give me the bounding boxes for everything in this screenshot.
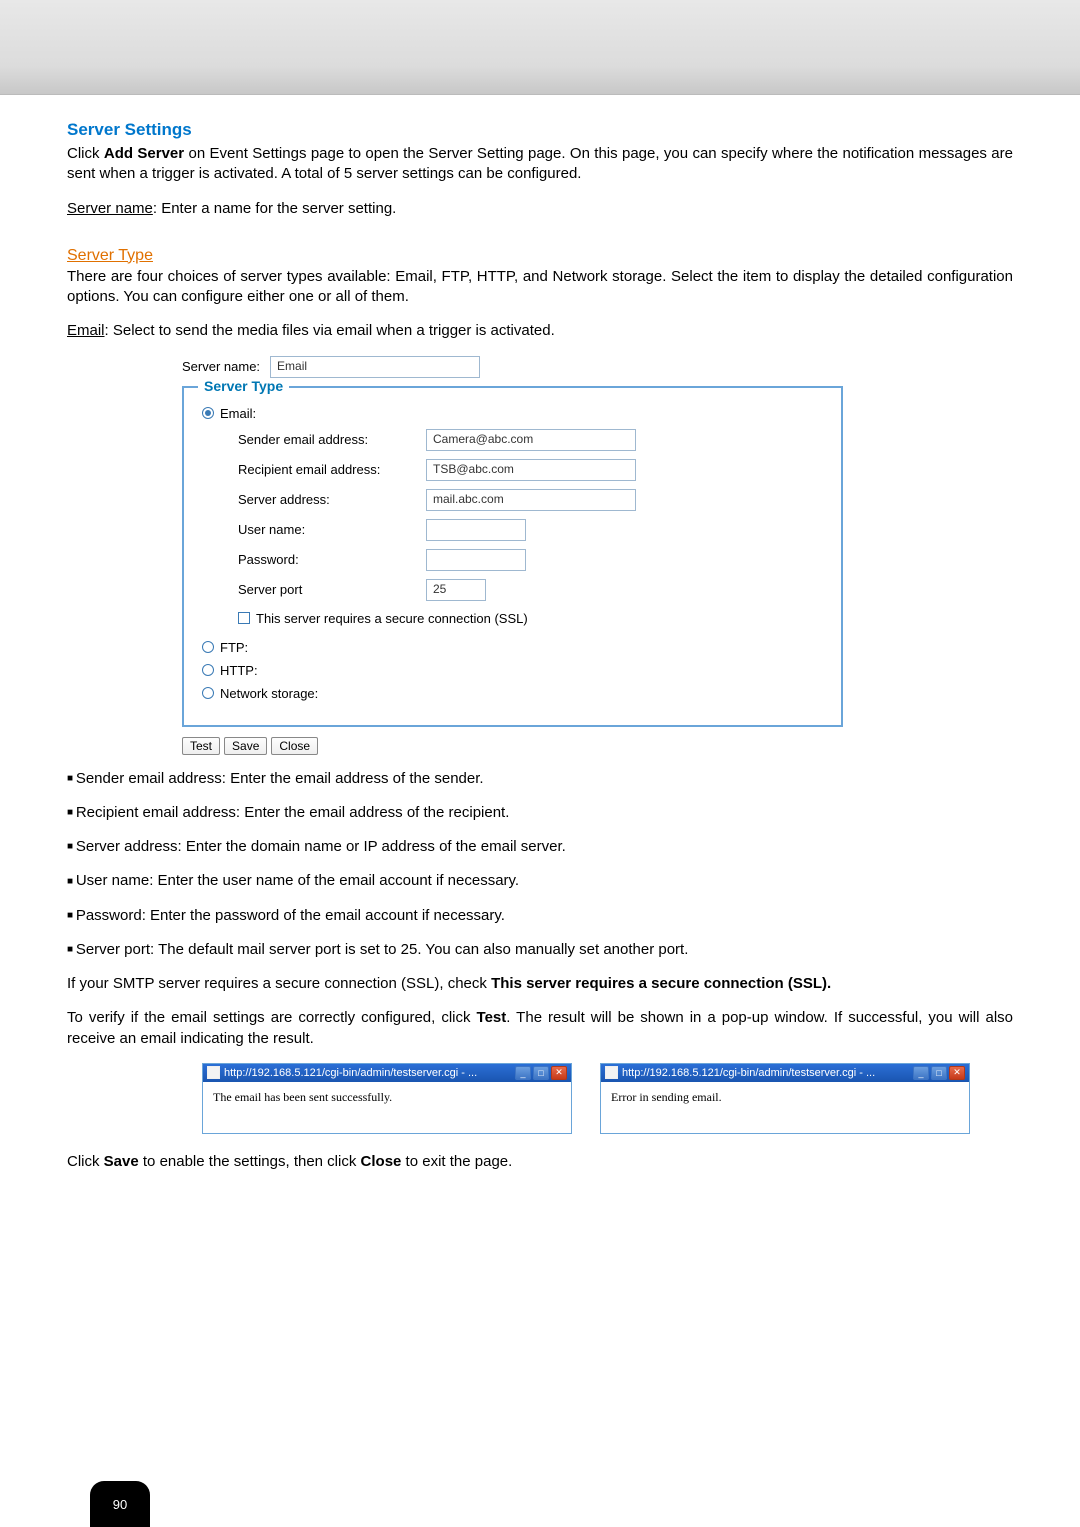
- bullet-recipient: Recipient email address: Enter the email…: [67, 803, 1013, 823]
- closing-mid: to enable the settings, then click: [139, 1153, 361, 1170]
- bullet-user-name: User name: Enter the user name of the em…: [67, 871, 1013, 891]
- sender-input[interactable]: Camera@abc.com: [426, 429, 636, 451]
- verify-paragraph: To verify if the email settings are corr…: [67, 1008, 1013, 1049]
- ie-icon: [605, 1066, 618, 1079]
- popup-success-titlebar: http://192.168.5.121/cgi-bin/admin/tests…: [203, 1064, 571, 1082]
- radio-http-label: HTTP:: [220, 663, 258, 678]
- server-name-text: : Enter a name for the server setting.: [153, 200, 396, 217]
- ie-icon: [207, 1066, 220, 1079]
- minimize-icon[interactable]: _: [515, 1066, 531, 1080]
- bullet-list: Sender email address: Enter the email ad…: [67, 769, 1013, 961]
- ssl-checkbox[interactable]: [238, 612, 250, 624]
- closing-prefix: Click: [67, 1153, 104, 1170]
- popup-error: http://192.168.5.121/cgi-bin/admin/tests…: [600, 1063, 970, 1134]
- closing-save: Save: [104, 1153, 139, 1170]
- server-name-label: Server name: [67, 200, 153, 217]
- radio-http[interactable]: [202, 664, 214, 676]
- intro-p1-prefix: Click: [67, 145, 104, 162]
- form-server-name-row: Server name: Email: [182, 356, 1013, 378]
- email-line: Email: Select to send the media files vi…: [67, 321, 1013, 341]
- pass-input[interactable]: [426, 549, 526, 571]
- intro-p1-addserver: Add Server: [104, 145, 184, 162]
- popup-screenshots: http://192.168.5.121/cgi-bin/admin/tests…: [202, 1063, 1013, 1134]
- recipient-label: Recipient email address:: [238, 462, 418, 477]
- user-input[interactable]: [426, 519, 526, 541]
- ssl-bold: This server requires a secure connection…: [491, 975, 831, 992]
- radio-http-row[interactable]: HTTP:: [202, 663, 823, 678]
- maximize-icon[interactable]: □: [533, 1066, 549, 1080]
- bullet-server-address: Server address: Enter the domain name or…: [67, 837, 1013, 857]
- email-fields-grid: Sender email address: Camera@abc.com Rec…: [238, 429, 823, 601]
- page-number-tab: 90: [90, 1481, 150, 1527]
- pass-label: Password:: [238, 552, 418, 567]
- bullet-server-port: Server port: The default mail server por…: [67, 940, 1013, 960]
- test-button[interactable]: Test: [182, 737, 220, 755]
- close-icon[interactable]: ✕: [551, 1066, 567, 1080]
- ssl-paragraph: If your SMTP server requires a secure co…: [67, 974, 1013, 994]
- popup-error-body: Error in sending email.: [601, 1082, 969, 1133]
- heading-server-settings: Server Settings: [67, 120, 1013, 140]
- radio-network-label: Network storage:: [220, 686, 318, 701]
- port-input[interactable]: 25: [426, 579, 486, 601]
- user-label: User name:: [238, 522, 418, 537]
- closing-close: Close: [361, 1153, 402, 1170]
- radio-email-label: Email:: [220, 406, 256, 421]
- popup-success: http://192.168.5.121/cgi-bin/admin/tests…: [202, 1063, 572, 1134]
- popup-success-title: http://192.168.5.121/cgi-bin/admin/tests…: [224, 1067, 477, 1079]
- verify-test: Test: [477, 1009, 507, 1026]
- heading-server-type: Server Type: [67, 247, 1013, 265]
- sender-label: Sender email address:: [238, 432, 418, 447]
- popup-success-body: The email has been sent successfully.: [203, 1082, 571, 1133]
- recipient-input[interactable]: TSB@abc.com: [426, 459, 636, 481]
- intro-paragraph-1: Click Add Server on Event Settings page …: [67, 144, 1013, 185]
- radio-email-row[interactable]: Email:: [202, 406, 823, 421]
- server-types-paragraph: There are four choices of server types a…: [67, 267, 1013, 308]
- form-server-name-label: Server name:: [182, 359, 260, 374]
- form-buttons-row: Test Save Close: [182, 737, 1013, 755]
- intro-p1-suffix: on Event Settings page to open the Serve…: [67, 145, 1013, 182]
- server-addr-label: Server address:: [238, 492, 418, 507]
- close-button[interactable]: Close: [271, 737, 318, 755]
- bullet-password: Password: Enter the password of the emai…: [67, 906, 1013, 926]
- radio-network-row[interactable]: Network storage:: [202, 686, 823, 701]
- ssl-label: This server requires a secure connection…: [256, 611, 528, 626]
- port-label: Server port: [238, 582, 418, 597]
- maximize-icon[interactable]: □: [931, 1066, 947, 1080]
- save-button[interactable]: Save: [224, 737, 267, 755]
- top-gradient-band: [0, 0, 1080, 95]
- minimize-icon[interactable]: _: [913, 1066, 929, 1080]
- ssl-checkbox-row[interactable]: This server requires a secure connection…: [238, 611, 823, 626]
- email-text: : Select to send the media files via ema…: [105, 322, 555, 339]
- verify-prefix: To verify if the email settings are corr…: [67, 1009, 477, 1026]
- ssl-prefix: If your SMTP server requires a secure co…: [67, 975, 491, 992]
- radio-email[interactable]: [202, 407, 214, 419]
- server-name-input[interactable]: Email: [270, 356, 480, 378]
- closing-suffix: to exit the page.: [401, 1153, 512, 1170]
- popup-error-title: http://192.168.5.121/cgi-bin/admin/tests…: [622, 1067, 875, 1079]
- page-content: Server Settings Click Add Server on Even…: [0, 95, 1080, 1226]
- server-name-line: Server name: Enter a name for the server…: [67, 199, 1013, 219]
- closing-paragraph: Click Save to enable the settings, then …: [67, 1152, 1013, 1172]
- radio-ftp[interactable]: [202, 641, 214, 653]
- server-addr-input[interactable]: mail.abc.com: [426, 489, 636, 511]
- email-label: Email: [67, 322, 105, 339]
- close-icon[interactable]: ✕: [949, 1066, 965, 1080]
- radio-network[interactable]: [202, 687, 214, 699]
- server-type-fieldset: Server Type Email: Sender email address:…: [182, 386, 843, 727]
- radio-ftp-row[interactable]: FTP:: [202, 640, 823, 655]
- bullet-sender: Sender email address: Enter the email ad…: [67, 769, 1013, 789]
- popup-error-titlebar: http://192.168.5.121/cgi-bin/admin/tests…: [601, 1064, 969, 1082]
- fieldset-legend: Server Type: [198, 378, 289, 394]
- radio-ftp-label: FTP:: [220, 640, 248, 655]
